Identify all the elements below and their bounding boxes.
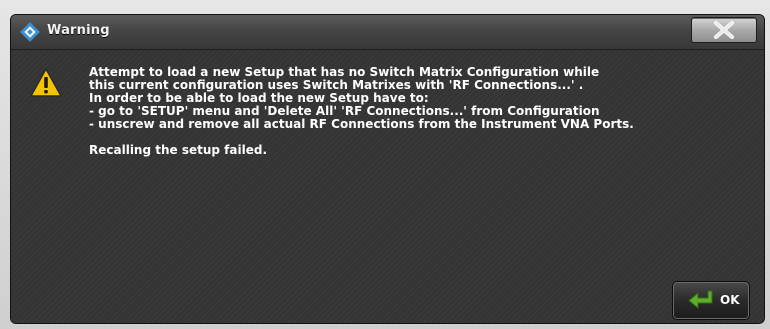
warning-triangle-icon [30,68,62,97]
ok-button-label: OK [720,293,740,307]
warning-dialog: Warning Attempt to load a new Setup that… [10,14,765,324]
close-button[interactable] [691,17,757,43]
close-icon [714,21,734,39]
app-logo-icon [20,22,40,42]
message-line: - unscrew and remove all actual RF Conne… [89,117,634,131]
dialog-title: Warning [47,23,110,38]
warning-message: Attempt to load a new Setup that has no … [89,66,754,157]
ok-button[interactable]: OK [672,281,750,320]
dialog-body: Attempt to load a new Setup that has no … [11,50,764,323]
dialog-titlebar[interactable]: Warning [11,15,764,50]
enter-arrow-icon [688,290,713,310]
screen-background: Warning Attempt to load a new Setup that… [0,0,770,329]
status-message: Recalling the setup failed. [89,143,267,157]
